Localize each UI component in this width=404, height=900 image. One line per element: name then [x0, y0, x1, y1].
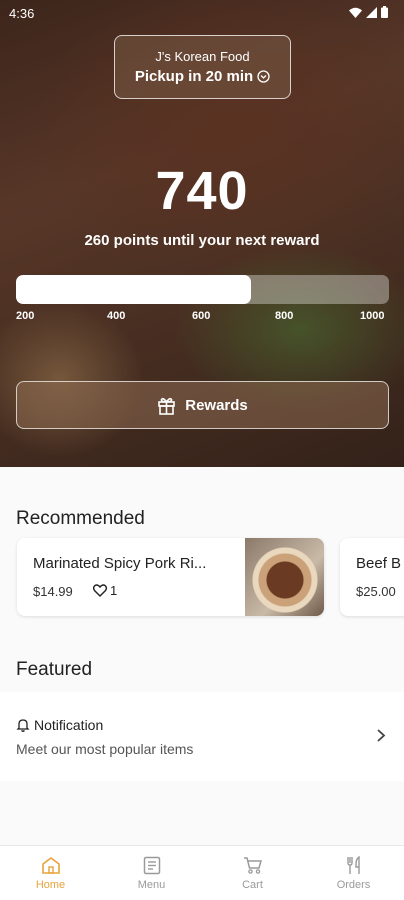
item-image: [245, 538, 324, 616]
progress-tick: 400: [107, 310, 126, 322]
item-name: Marinated Spicy Pork Ri...: [33, 555, 207, 572]
home-icon: [41, 857, 60, 874]
battery-icon: [381, 6, 388, 18]
nav-orders[interactable]: Orders: [303, 846, 404, 900]
item-price: $14.99: [33, 584, 73, 599]
rewards-progress-bar: [16, 275, 389, 304]
rewards-button-label: Rewards: [185, 396, 248, 414]
pickup-time: Pickup in 20 min: [115, 68, 290, 85]
recommended-item-card[interactable]: Marinated Spicy Pork Ri... $14.99 1: [17, 538, 324, 616]
nav-cart-label: Cart: [242, 879, 263, 891]
hero-banner: 4:36 J's Korean Food Pickup in 20 min 74…: [0, 0, 404, 467]
points-value: 740: [155, 161, 249, 221]
nav-home[interactable]: Home: [0, 846, 101, 900]
nav-home-label: Home: [35, 879, 66, 891]
wifi-icon: [349, 7, 362, 18]
item-likes[interactable]: 1: [93, 583, 117, 598]
chevron-right-icon: [377, 729, 386, 742]
bottom-navigation: Home Menu Cart Orders: [0, 845, 404, 900]
progress-tick: 1000: [360, 310, 385, 322]
progress-tick: 600: [192, 310, 211, 322]
progress-tick: 800: [275, 310, 294, 322]
bell-icon: [16, 719, 30, 732]
chevron-down-circle-icon: [257, 70, 270, 83]
nav-menu[interactable]: Menu: [101, 846, 202, 900]
featured-notification-card[interactable]: Notification Meet our most popular items: [0, 692, 404, 781]
recommended-item-card[interactable]: Beef B $25.00: [340, 538, 404, 616]
item-name: Beef B: [356, 555, 402, 572]
notification-title-text: Notification: [34, 717, 104, 733]
nav-cart[interactable]: Cart: [202, 846, 303, 900]
store-name: J's Korean Food: [155, 49, 250, 64]
cart-icon: [243, 857, 262, 874]
rewards-progress-fill: [16, 275, 251, 304]
nav-menu-label: Menu: [137, 879, 166, 891]
signal-icon: [366, 6, 377, 18]
notification-text: Meet our most popular items: [16, 741, 194, 757]
recommended-title: Recommended: [16, 508, 145, 529]
featured-title: Featured: [16, 659, 93, 680]
store-pickup-card[interactable]: J's Korean Food Pickup in 20 min: [114, 35, 291, 99]
menu-icon: [143, 856, 160, 875]
orders-icon: [346, 856, 360, 874]
rewards-button[interactable]: Rewards: [16, 381, 389, 429]
nav-orders-label: Orders: [336, 879, 371, 891]
status-time: 4:36: [9, 6, 35, 21]
points-remaining-text: 260 points until your next reward: [84, 232, 320, 249]
notification-title: Notification: [16, 717, 103, 733]
status-icons: [349, 6, 388, 18]
gift-icon: [158, 397, 176, 415]
heart-icon: [93, 584, 107, 597]
item-price: $25.00: [356, 584, 396, 599]
pickup-label: Pickup in 20 min: [134, 68, 254, 85]
likes-count: 1: [110, 583, 118, 598]
progress-tick: 200: [16, 310, 35, 322]
home-content: Recommended Marinated Spicy Pork Ri... $…: [0, 467, 404, 845]
status-bar: 4:36: [0, 0, 404, 26]
